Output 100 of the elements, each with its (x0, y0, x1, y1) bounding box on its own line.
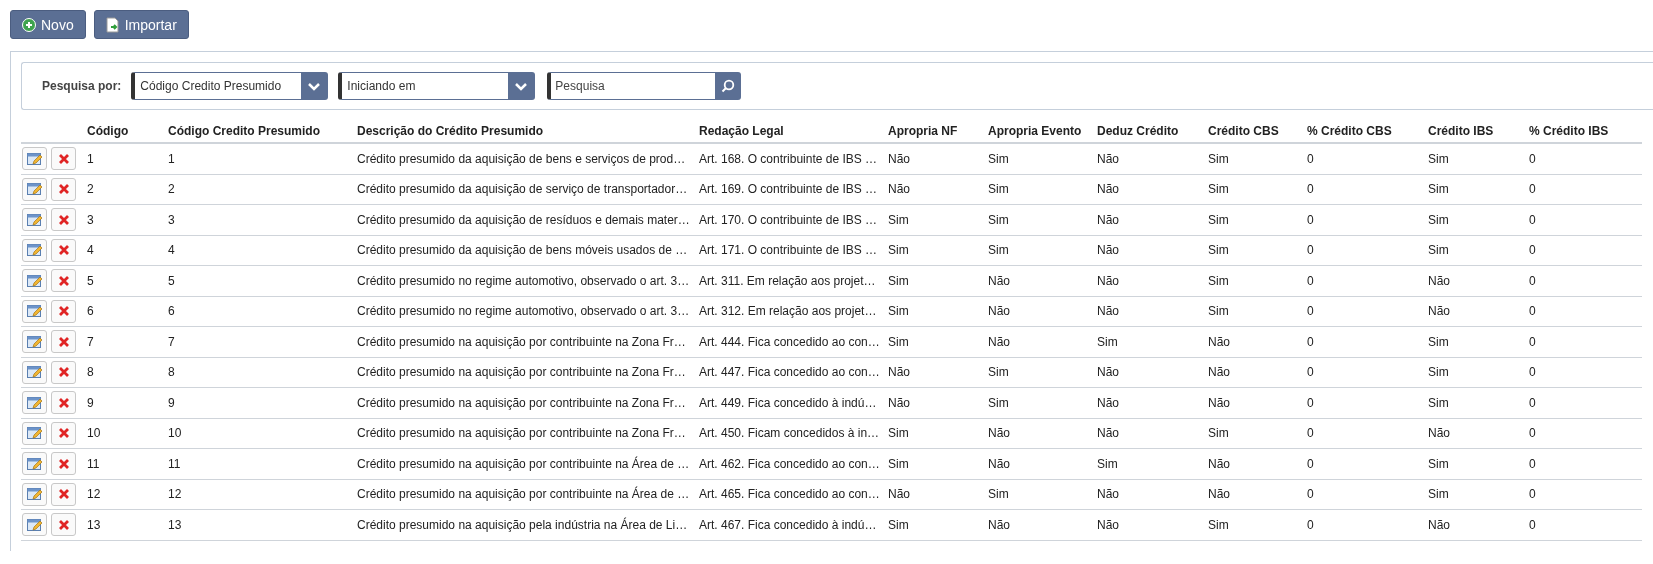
table-cell-text: Crédito presumido na aquisição pela indústria na Área de Li… (357, 517, 689, 532)
edit-button[interactable] (22, 238, 47, 262)
table-cell-text: 0 (1307, 243, 1315, 258)
table-cell-text: 1 (168, 151, 176, 166)
table-cell-text: Sim (1208, 182, 1230, 197)
delete-button[interactable] (51, 513, 76, 537)
edit-form-icon (26, 273, 43, 288)
table-cell-text: Crédito presumido no regime automotivo, observado o art. 3… (357, 273, 691, 288)
table-cell-text: 0 (1529, 517, 1537, 532)
delete-button[interactable] (51, 330, 76, 354)
table-cell-text: Crédito presumido na aquisição por contribuinte na Zona Fr… (357, 426, 687, 441)
table-cell-text: Não (988, 456, 1011, 471)
table-cell-text: 0 (1307, 365, 1315, 380)
table-cell-text: 0 (1529, 273, 1537, 288)
edit-button[interactable] (22, 513, 47, 537)
column-header[interactable]: % Crédito IBS (1529, 124, 1642, 138)
edit-button[interactable] (22, 269, 47, 293)
table-cell-text: 0 (1307, 426, 1315, 441)
edit-button[interactable] (22, 482, 47, 506)
edit-form-icon (26, 487, 43, 502)
column-header[interactable]: Descrição do Crédito Presumido (357, 124, 699, 138)
delete-button[interactable] (51, 299, 76, 323)
table-cell-text: Sim (1428, 365, 1450, 380)
table-cell-text: 6 (87, 304, 95, 319)
delete-button[interactable] (51, 391, 76, 415)
match-mode-dropdown[interactable]: Iniciando em (338, 72, 536, 100)
edit-button[interactable] (22, 391, 47, 415)
table-cell-text: Sim (1208, 426, 1230, 441)
column-header[interactable]: Redação Legal (699, 124, 888, 138)
table-cell-text: 0 (1307, 487, 1315, 502)
edit-button[interactable] (22, 299, 47, 323)
table-cell-text: Crédito presumido na aquisição por contribuinte na Área de … (357, 487, 691, 502)
delete-button[interactable] (51, 238, 76, 262)
column-header[interactable]: Deduz Crédito (1097, 124, 1208, 138)
column-header[interactable]: Código Credito Presumido (168, 124, 357, 138)
delete-button[interactable] (51, 452, 76, 476)
table-cell-text: 0 (1307, 212, 1315, 227)
delete-button[interactable] (51, 482, 76, 506)
table-cell-text: 0 (1529, 426, 1537, 441)
delete-button[interactable] (51, 269, 76, 293)
table-cell-text: 0 (1529, 304, 1537, 319)
table-cell-text: 3 (168, 212, 176, 227)
edit-button[interactable] (22, 360, 47, 384)
edit-button[interactable] (22, 177, 47, 201)
table-cell-text: Art. 171. O contribuinte de IBS … (699, 243, 879, 258)
edit-button[interactable] (22, 147, 47, 171)
table-cell-text: Art. 444. Fica concedido ao con… (699, 334, 881, 349)
table-cell-text: 2 (87, 182, 95, 197)
edit-form-icon (26, 182, 43, 197)
search-button[interactable] (715, 72, 742, 100)
table-cell-text: 0 (1307, 517, 1315, 532)
import-button[interactable]: Importar (93, 10, 189, 39)
table-cell-text: Não (988, 334, 1011, 349)
table-cell-text: Sim (988, 487, 1010, 502)
table-cell-text: 12 (168, 487, 183, 502)
table-cell-text: Crédito presumido na aquisição por contribuinte na Zona Fr… (357, 334, 687, 349)
table-cell-text: 12 (87, 487, 102, 502)
table-cell-text: Não (1208, 456, 1231, 471)
table-cell-text: Sim (1428, 212, 1450, 227)
column-header[interactable]: Código (87, 124, 168, 138)
table-cell-text: Não (1097, 395, 1120, 410)
edit-form-icon (26, 365, 43, 380)
table-cell-text: Art. 170. O contribuinte de IBS … (699, 212, 879, 227)
table-cell-text: Sim (888, 243, 910, 258)
column-header[interactable]: Crédito IBS (1428, 124, 1529, 138)
delete-button[interactable] (51, 208, 76, 232)
delete-button[interactable] (51, 177, 76, 201)
delete-button[interactable] (51, 147, 76, 171)
table-cell-text: Sim (888, 304, 910, 319)
table-cell-text: 9 (87, 395, 95, 410)
column-header[interactable]: Crédito CBS (1208, 124, 1307, 138)
column-header[interactable]: % Crédito CBS (1307, 124, 1428, 138)
edit-button[interactable] (22, 330, 47, 354)
search-field[interactable]: Pesquisa (547, 72, 716, 100)
table-cell-text: 0 (1529, 456, 1537, 471)
table-cell-text: Crédito presumido da aquisição de serviço de transportador… (357, 182, 689, 197)
table-cell-text: Não (888, 395, 911, 410)
table-cell-text: Crédito presumido da aquisição de bens móveis usados de … (357, 243, 689, 258)
table-cell-text: 4 (87, 243, 95, 258)
delete-button[interactable] (51, 360, 76, 384)
edit-button[interactable] (22, 452, 47, 476)
table-cell-text: Não (1097, 212, 1120, 227)
delete-button[interactable] (51, 421, 76, 445)
edit-button[interactable] (22, 208, 47, 232)
column-header[interactable]: Apropria NF (888, 124, 988, 138)
column-header[interactable]: Apropria Evento (988, 124, 1097, 138)
table-cell-text: Sim (888, 456, 910, 471)
table-cell-text: Sim (1428, 151, 1450, 166)
table-cell-text: Crédito presumido no regime automotivo, observado o art. 3… (357, 304, 691, 319)
plus-circle-icon (22, 17, 36, 32)
table-cell-text: Não (988, 304, 1011, 319)
table-cell-text: 0 (1529, 212, 1537, 227)
table-cell-text: Sim (888, 517, 910, 532)
table-cell-text: Crédito presumido na aquisição por contribuinte na Zona Fr… (357, 365, 687, 380)
table-cell-text: Não (1097, 487, 1120, 502)
search-field-dropdown[interactable]: Código Credito Presumido (131, 72, 329, 100)
table-cell-text: 5 (168, 273, 176, 288)
edit-button[interactable] (22, 421, 47, 445)
new-button[interactable]: Novo (10, 10, 86, 39)
edit-form-icon (26, 517, 43, 532)
